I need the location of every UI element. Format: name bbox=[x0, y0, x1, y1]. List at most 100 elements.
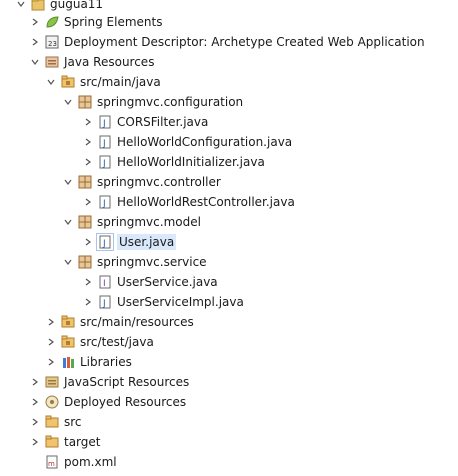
folder-icon bbox=[44, 414, 60, 430]
tree-item-springmvc-controller[interactable]: springmvc.controller bbox=[63, 172, 221, 192]
tree-item-springmvc-service[interactable]: springmvc.service bbox=[63, 252, 207, 272]
java-interface-icon: I bbox=[97, 274, 113, 290]
svg-text:J: J bbox=[102, 199, 106, 209]
tree-item-helloworldrestcontroller[interactable]: J HelloWorldRestController.java bbox=[83, 192, 295, 212]
source-folder-icon bbox=[60, 314, 76, 330]
chevron-right-icon[interactable] bbox=[30, 375, 40, 389]
chevron-right-icon[interactable] bbox=[83, 155, 93, 169]
svg-text:J: J bbox=[102, 299, 106, 309]
svg-text:J: J bbox=[102, 119, 106, 129]
chevron-right-icon[interactable] bbox=[83, 275, 93, 289]
tree-item-userservice[interactable]: I UserService.java bbox=[83, 272, 218, 292]
chevron-right-icon[interactable] bbox=[30, 15, 40, 29]
tree-item-src-main-resources[interactable]: src/main/resources bbox=[46, 312, 194, 332]
java-file-icon: J bbox=[97, 134, 113, 150]
chevron-down-icon[interactable] bbox=[63, 255, 73, 269]
libraries-icon bbox=[60, 354, 76, 370]
svg-text:m: m bbox=[48, 460, 55, 468]
chevron-right-icon[interactable] bbox=[30, 395, 40, 409]
chevron-right-icon[interactable] bbox=[83, 135, 93, 149]
tree-item-springmvc-configuration[interactable]: springmvc.configuration bbox=[63, 92, 243, 112]
chevron-right-icon[interactable] bbox=[30, 435, 40, 449]
xml-file-icon: m bbox=[44, 454, 60, 470]
tree-item-label: src bbox=[64, 415, 82, 429]
tree-item-label: HelloWorldRestController.java bbox=[117, 195, 295, 209]
java-file-icon: J bbox=[97, 294, 113, 310]
chevron-down-icon[interactable] bbox=[63, 215, 73, 229]
tree-item-src[interactable]: src bbox=[30, 412, 82, 432]
chevron-right-icon[interactable] bbox=[46, 335, 56, 349]
source-folder-icon bbox=[60, 74, 76, 90]
tree-item-label: gugua11 bbox=[50, 0, 104, 11]
tree-item-helloworldconfiguration[interactable]: J HelloWorldConfiguration.java bbox=[83, 132, 292, 152]
tree-item-label: Libraries bbox=[80, 355, 132, 369]
java-file-icon: J bbox=[97, 194, 113, 210]
folder-icon bbox=[44, 434, 60, 450]
chevron-right-icon[interactable] bbox=[30, 35, 40, 49]
project-icon bbox=[30, 0, 46, 12]
tree-item-label: springmvc.controller bbox=[97, 175, 221, 189]
tree-item-label: Deployed Resources bbox=[64, 395, 187, 409]
tree-item-label: CORSFilter.java bbox=[117, 115, 209, 129]
tree-item-userserviceimpl[interactable]: J UserServiceImpl.java bbox=[83, 292, 244, 312]
tree-item-label: springmvc.configuration bbox=[97, 95, 244, 109]
svg-text:23: 23 bbox=[48, 40, 57, 48]
chevron-down-icon[interactable] bbox=[63, 95, 73, 109]
deployed-resources-icon bbox=[44, 394, 60, 410]
tree-item-label: UserService.java bbox=[117, 275, 218, 289]
spring-leaf-icon bbox=[44, 14, 60, 30]
chevron-right-icon[interactable] bbox=[46, 355, 56, 369]
no-chevron bbox=[30, 455, 40, 469]
package-icon bbox=[77, 254, 93, 270]
chevron-right-icon[interactable] bbox=[83, 295, 93, 309]
tree-item-src-main-java[interactable]: src/main/java bbox=[46, 72, 161, 92]
chevron-right-icon[interactable] bbox=[46, 315, 56, 329]
java-resources-icon bbox=[44, 54, 60, 70]
chevron-down-icon[interactable] bbox=[63, 175, 73, 189]
chevron-down-icon[interactable] bbox=[30, 55, 40, 69]
project-explorer-tree: gugua11 Spring Elements 23 Deployment De… bbox=[0, 0, 458, 476]
svg-text:I: I bbox=[103, 279, 106, 289]
tree-item-label: springmvc.service bbox=[97, 255, 207, 269]
tree-item-springmvc-model[interactable]: springmvc.model bbox=[63, 212, 201, 232]
tree-item-src-test-java[interactable]: src/test/java bbox=[46, 332, 154, 352]
tree-item-pom-xml[interactable]: m pom.xml bbox=[30, 452, 117, 472]
chevron-right-icon[interactable] bbox=[83, 115, 93, 129]
tree-item-label: Spring Elements bbox=[64, 15, 163, 29]
chevron-down-icon[interactable] bbox=[46, 75, 56, 89]
chevron-down-icon[interactable] bbox=[16, 0, 26, 11]
svg-text:J: J bbox=[102, 139, 106, 149]
tree-item-label: HelloWorldInitializer.java bbox=[117, 155, 265, 169]
tree-item-spring-elements[interactable]: Spring Elements bbox=[30, 12, 162, 32]
svg-text:J: J bbox=[102, 159, 106, 169]
tree-item-label: src/main/java bbox=[80, 75, 161, 89]
tree-item-label: src/main/resources bbox=[80, 315, 194, 329]
chevron-right-icon[interactable] bbox=[83, 235, 93, 249]
package-icon bbox=[77, 174, 93, 190]
tree-item-deployed-resources[interactable]: Deployed Resources bbox=[30, 392, 186, 412]
chevron-right-icon[interactable] bbox=[30, 415, 40, 429]
tree-item-label: pom.xml bbox=[64, 455, 117, 469]
tree-item-label: User.java bbox=[117, 234, 177, 250]
package-icon bbox=[77, 214, 93, 230]
chevron-right-icon[interactable] bbox=[83, 195, 93, 209]
java-file-icon: J bbox=[97, 114, 113, 130]
java-file-icon: J bbox=[97, 154, 113, 170]
java-file-icon: J bbox=[96, 233, 114, 251]
tree-item-label: target bbox=[64, 435, 101, 449]
deployment-descriptor-icon: 23 bbox=[44, 34, 60, 50]
tree-item-user-java[interactable]: J User.java bbox=[83, 232, 177, 252]
tree-item-label: Deployment Descriptor: Archetype Created… bbox=[64, 35, 425, 49]
tree-item-label: springmvc.model bbox=[97, 215, 201, 229]
javascript-resources-icon bbox=[44, 374, 60, 390]
tree-item-label: src/test/java bbox=[80, 335, 154, 349]
tree-item-libraries[interactable]: Libraries bbox=[46, 352, 132, 372]
tree-item-label: UserServiceImpl.java bbox=[117, 295, 244, 309]
svg-text:J: J bbox=[102, 239, 106, 249]
tree-item-deployment-descriptor[interactable]: 23 Deployment Descriptor: Archetype Crea… bbox=[30, 32, 425, 52]
tree-item-javascript-resources[interactable]: JavaScript Resources bbox=[30, 372, 189, 392]
tree-item-target[interactable]: target bbox=[30, 432, 101, 452]
tree-item-corsfilter[interactable]: J CORSFilter.java bbox=[83, 112, 208, 132]
tree-item-helloworldinitializer[interactable]: J HelloWorldInitializer.java bbox=[83, 152, 265, 172]
tree-item-java-resources[interactable]: Java Resources bbox=[30, 52, 154, 72]
